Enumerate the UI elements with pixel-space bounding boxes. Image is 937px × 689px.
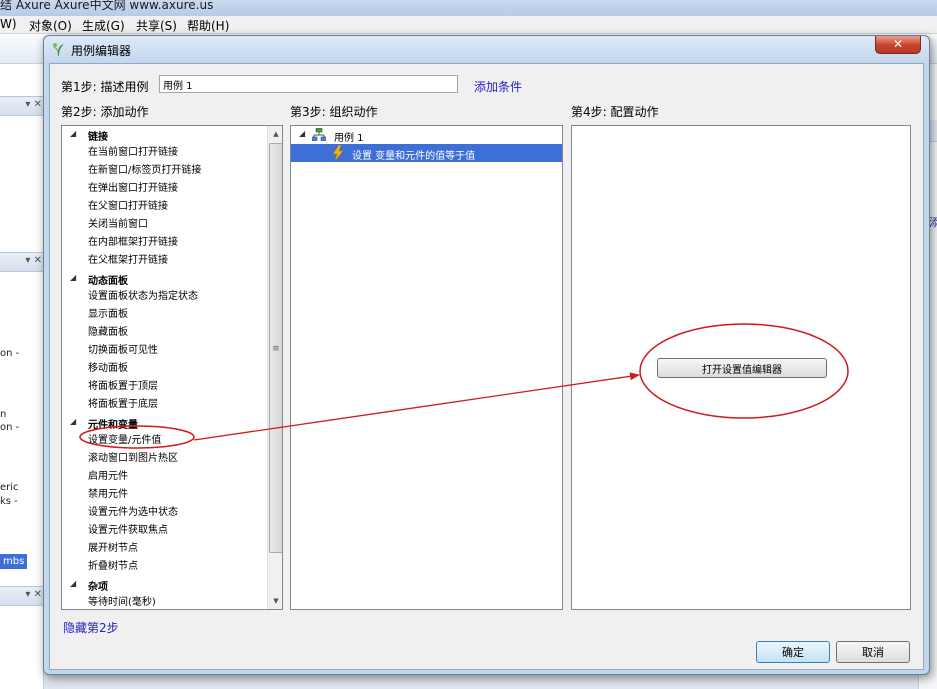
collapse-arrow-icon[interactable]: ◢ bbox=[70, 273, 76, 282]
case-tree-row[interactable]: ◢ 用例 1 bbox=[291, 126, 562, 144]
tree-action-item[interactable]: 在弹出窗口打开链接 bbox=[88, 180, 178, 198]
bg-text-fragment: 添 bbox=[929, 214, 937, 230]
open-value-editor-button[interactable]: 打开设置值编辑器 bbox=[657, 358, 827, 378]
case-editor-icon bbox=[53, 43, 64, 56]
add-condition-link[interactable]: 添加条件 bbox=[474, 78, 522, 95]
app-title: 结 Axure Axure中文网 www.axure.us bbox=[0, 0, 214, 12]
case-description-input[interactable] bbox=[159, 75, 458, 93]
dialog-body: 第1步: 描述用例 添加条件 第2步: 添加动作 第3步: 组织动作 第4步: … bbox=[49, 63, 924, 670]
menu-item-generate[interactable]: 生成(G) bbox=[82, 17, 125, 34]
tree-action-item[interactable]: 关闭当前窗口 bbox=[88, 216, 148, 234]
menu-item-help[interactable]: 帮助(H) bbox=[187, 17, 229, 34]
tree-action-item[interactable]: 在父窗口打开链接 bbox=[88, 198, 168, 216]
tree-action-item[interactable]: 在内部框架打开链接 bbox=[88, 234, 178, 252]
selected-action-row[interactable]: 设置 变量和元件的值等于值 bbox=[291, 144, 562, 162]
tree-action-item[interactable]: 等待时间(毫秒) bbox=[88, 594, 156, 609]
step3-label: 第3步: 组织动作 bbox=[290, 105, 378, 119]
tree-action-item[interactable]: 启用元件 bbox=[88, 468, 128, 486]
tree-category-row[interactable]: ◢ 链接 bbox=[62, 126, 268, 144]
hide-step2-link[interactable]: 隐藏第2步 bbox=[63, 619, 119, 636]
tree-action-item[interactable]: 显示面板 bbox=[88, 306, 128, 324]
action-tree-panel: ◢ 链接 在当前窗口打开链接 在新窗口/标签页打开链接 在弹出窗口打开链接 在父窗口打开链… bbox=[61, 125, 283, 610]
dialog-titlebar[interactable]: 用例编辑器 ✕ bbox=[44, 36, 929, 62]
app-menubar: W) 对象(O) 生成(G) 共享(S) 帮助(H) bbox=[0, 16, 937, 34]
menu-item-share[interactable]: 共享(S) bbox=[136, 17, 177, 34]
tree-action-item[interactable]: 折叠树节点 bbox=[88, 558, 138, 576]
collapse-arrow-icon[interactable]: ◢ bbox=[70, 129, 76, 138]
tree-action-item[interactable]: 设置元件获取焦点 bbox=[88, 522, 168, 540]
pin-close-icon[interactable]: ▾ ✕ bbox=[25, 255, 42, 266]
tree-action-item[interactable]: 滚动窗口到图片热区 bbox=[88, 450, 178, 468]
collapse-arrow-icon[interactable]: ◢ bbox=[70, 579, 76, 588]
left-sidebar-background: ▾ ✕ ▾ ✕ on - n on - eric ks - mbs ▾ ✕ bbox=[0, 64, 44, 689]
tree-action-item[interactable]: 隐藏面板 bbox=[88, 324, 128, 342]
tree-action-item[interactable]: 在父框架打开链接 bbox=[88, 252, 168, 270]
tree-category-row[interactable]: ◢ 元件和变量 bbox=[62, 414, 268, 432]
panel-header: ▾ ✕ bbox=[0, 252, 44, 272]
tree-category-label: 杂项 bbox=[88, 582, 108, 593]
bg-selected-fragment: mbs bbox=[0, 554, 28, 569]
organize-actions-panel: ◢ 用例 1 设置 变量和元件的值等于值 bbox=[290, 125, 563, 610]
case-label: 用例 1 bbox=[334, 133, 364, 144]
app-titlebar: 结 Axure Axure中文网 www.axure.us bbox=[0, 0, 937, 16]
tree-category-label: 元件和变量 bbox=[88, 420, 138, 431]
tree-category-label: 链接 bbox=[88, 132, 108, 143]
tree-action-item[interactable]: 切换面板可见性 bbox=[88, 342, 158, 360]
tree-action-item[interactable]: 将面板置于底层 bbox=[88, 396, 158, 414]
tree-action-item[interactable]: 设置变量/元件值 bbox=[88, 432, 161, 450]
selected-action-label: 设置 变量和元件的值等于值 bbox=[352, 151, 476, 162]
pin-close-icon[interactable]: ▾ ✕ bbox=[25, 99, 42, 110]
scroll-down-arrow-icon[interactable]: ▼ bbox=[268, 593, 282, 609]
step4-label: 第4步: 配置动作 bbox=[571, 105, 659, 119]
step1-label: 第1步: 描述用例 bbox=[61, 80, 149, 94]
bg-text-fragment: n bbox=[0, 409, 7, 420]
configure-action-panel: 打开设置值编辑器 bbox=[571, 125, 911, 610]
pin-close-icon[interactable]: ▾ ✕ bbox=[25, 589, 42, 600]
menu-item-window[interactable]: W) bbox=[0, 17, 17, 31]
collapse-arrow-icon[interactable]: ◢ bbox=[70, 417, 76, 426]
tree-action-item[interactable]: 在新窗口/标签页打开链接 bbox=[88, 162, 201, 180]
cancel-button[interactable]: 取消 bbox=[836, 641, 910, 663]
menu-item-object[interactable]: 对象(O) bbox=[29, 17, 72, 34]
collapse-arrow-icon[interactable]: ◢ bbox=[299, 129, 305, 138]
bg-text-fragment: on - bbox=[0, 348, 20, 359]
tree-action-item[interactable]: 设置元件为选中状态 bbox=[88, 504, 178, 522]
tree-action-item[interactable]: 禁用元件 bbox=[88, 486, 128, 504]
scroll-thumb[interactable]: ≡ bbox=[269, 143, 282, 553]
tree-action-item[interactable]: 在当前窗口打开链接 bbox=[88, 144, 178, 162]
tree-category-row[interactable]: ◢ 动态面板 bbox=[62, 270, 268, 288]
tree-action-item[interactable]: 展开树节点 bbox=[88, 540, 138, 558]
panel-header: ▾ ✕ bbox=[0, 96, 44, 116]
lightning-bolt-icon bbox=[332, 145, 344, 161]
ok-button[interactable]: 确定 bbox=[756, 641, 830, 663]
panel-header: ▾ ✕ bbox=[0, 586, 44, 606]
tree-action-item[interactable]: 移动面板 bbox=[88, 360, 128, 378]
close-button[interactable]: ✕ bbox=[875, 36, 921, 54]
scroll-grip-icon: ≡ bbox=[272, 344, 280, 354]
case-editor-dialog: 用例编辑器 ✕ 第1步: 描述用例 添加条件 第2步: 添加动作 第3步: 组织… bbox=[43, 35, 930, 675]
bg-text-fragment: ks - bbox=[0, 496, 18, 507]
case-tree-icon bbox=[312, 128, 326, 141]
tree-category-row[interactable]: ◢ 杂项 bbox=[62, 576, 268, 594]
bg-text-fragment: on - bbox=[0, 422, 20, 433]
tree-action-item[interactable]: 将面板置于顶层 bbox=[88, 378, 158, 396]
dialog-title: 用例编辑器 bbox=[71, 44, 132, 58]
tree-action-item[interactable]: 设置面板状态为指定状态 bbox=[88, 288, 198, 306]
scroll-up-arrow-icon[interactable]: ▲ bbox=[268, 126, 282, 142]
step2-label: 第2步: 添加动作 bbox=[61, 105, 149, 119]
bg-text-fragment: eric bbox=[0, 482, 19, 493]
tree-category-label: 动态面板 bbox=[88, 276, 128, 287]
action-tree-scrollbar[interactable]: ▲ ≡ ▼ bbox=[267, 126, 282, 609]
